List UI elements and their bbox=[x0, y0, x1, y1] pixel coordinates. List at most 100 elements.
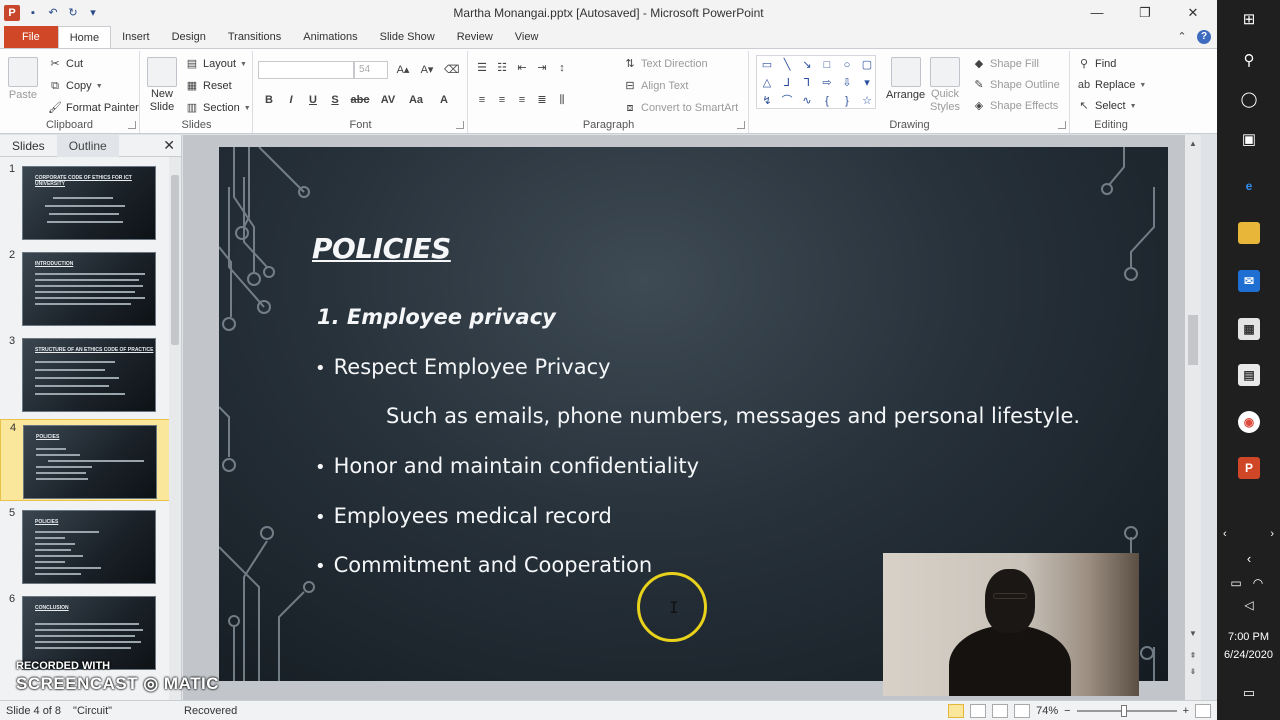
numbering-icon[interactable]: ☷ bbox=[495, 61, 509, 75]
justify-icon[interactable]: ≣ bbox=[535, 93, 549, 107]
editor-scrollbar[interactable]: ▲ ▼ ⇞ ⇟ bbox=[1185, 135, 1201, 700]
clock-date[interactable]: 6/24/2020 bbox=[1217, 649, 1280, 661]
font-color-button[interactable]: A bbox=[434, 93, 454, 107]
redo-icon[interactable]: ↻ bbox=[66, 6, 80, 20]
document-app-icon[interactable]: ▤ bbox=[1238, 364, 1260, 386]
replace-button[interactable]: ab Replace ▼ bbox=[1077, 78, 1146, 92]
tab-animations[interactable]: Animations bbox=[292, 26, 368, 48]
next-slide-icon[interactable]: ⇟ bbox=[1185, 667, 1201, 676]
slide-thumbnail-1[interactable]: 1 CORPORATE CODE OF ETHICS FOR ICT UNIVE… bbox=[0, 161, 170, 243]
paragraph-launcher-icon[interactable] bbox=[737, 121, 745, 129]
action-center-icon[interactable]: ▭ bbox=[1238, 682, 1260, 704]
text-direction-button[interactable]: ⇅ Text Direction bbox=[623, 57, 707, 71]
font-launcher-icon[interactable] bbox=[456, 121, 464, 129]
previous-slide-icon[interactable]: ⇞ bbox=[1185, 651, 1201, 660]
chevron-right-icon[interactable]: › bbox=[1270, 528, 1274, 544]
normal-view-button[interactable] bbox=[948, 704, 965, 718]
undo-icon[interactable]: ↶ bbox=[46, 6, 60, 20]
triangle-shape-icon[interactable]: △ bbox=[757, 74, 777, 92]
arrow-shape-icon[interactable]: ↘ bbox=[797, 56, 817, 74]
slide-title[interactable]: POLICIES bbox=[312, 232, 451, 265]
scrollbar-thumb[interactable] bbox=[1188, 315, 1198, 365]
line-shape-icon[interactable]: ╲ bbox=[777, 56, 797, 74]
font-size-combo[interactable]: 54 bbox=[354, 61, 388, 79]
line-spacing-icon[interactable]: ↕ bbox=[555, 61, 569, 75]
slide-sorter-button[interactable] bbox=[970, 704, 987, 718]
tab-slide-show[interactable]: Slide Show bbox=[369, 26, 446, 48]
bullet-item[interactable]: Employees medical record bbox=[315, 504, 612, 528]
align-right-icon[interactable]: ≡ bbox=[515, 93, 529, 107]
slide-subheading[interactable]: 1. Employee privacy bbox=[317, 305, 556, 329]
character-spacing-button[interactable]: AV bbox=[378, 93, 398, 107]
align-center-icon[interactable]: ≡ bbox=[495, 93, 509, 107]
copy-button[interactable]: ⧉ Copy ▼ bbox=[48, 79, 103, 93]
quick-styles-button[interactable]: Quick Styles bbox=[930, 57, 960, 113]
slide-thumbnail-2[interactable]: 2 INTRODUCTION bbox=[0, 247, 170, 329]
down-arrow-shape-icon[interactable]: ⇩ bbox=[837, 74, 857, 92]
collapse-ribbon-icon[interactable]: ⌃ bbox=[1175, 30, 1189, 44]
reading-view-button[interactable] bbox=[992, 704, 1009, 718]
volume-icon[interactable]: ◁ bbox=[1238, 594, 1260, 616]
wifi-icon[interactable]: ◠ bbox=[1249, 572, 1267, 594]
underline-button[interactable]: U bbox=[306, 93, 320, 107]
grow-font-icon[interactable]: A▴ bbox=[396, 63, 410, 77]
cut-button[interactable]: ✂ Cut bbox=[48, 57, 83, 71]
indented-text[interactable]: Such as emails, phone numbers, messages … bbox=[386, 404, 1080, 428]
star-shape-icon[interactable]: ☆ bbox=[857, 92, 877, 110]
tab-design[interactable]: Design bbox=[161, 26, 217, 48]
rounded-rect-shape-icon[interactable]: ▢ bbox=[857, 56, 877, 74]
help-icon[interactable]: ? bbox=[1197, 30, 1211, 44]
font-name-combo[interactable] bbox=[258, 61, 354, 79]
chrome-icon[interactable]: ◉ bbox=[1238, 411, 1260, 433]
close-button[interactable]: ✕ bbox=[1169, 0, 1217, 26]
bullet-item[interactable]: Honor and maintain confidentiality bbox=[315, 454, 699, 478]
powerpoint-taskbar-icon[interactable]: P bbox=[1238, 457, 1260, 479]
clear-formatting-icon[interactable]: ⌫ bbox=[444, 63, 460, 77]
reset-button[interactable]: ▦ Reset bbox=[185, 79, 232, 93]
slide-show-button[interactable] bbox=[1014, 704, 1031, 718]
strikethrough-button[interactable]: abc bbox=[350, 93, 370, 107]
task-view-icon[interactable]: ▣ bbox=[1238, 129, 1260, 151]
bullet-item[interactable]: Respect Employee Privacy bbox=[315, 355, 611, 379]
paste-button[interactable]: Paste bbox=[8, 57, 38, 101]
file-explorer-icon[interactable] bbox=[1238, 222, 1260, 244]
convert-smartart-button[interactable]: ⧈ Convert to SmartArt bbox=[623, 101, 739, 115]
tab-outline[interactable]: Outline bbox=[56, 134, 119, 157]
chevron-left-icon[interactable]: ‹ bbox=[1223, 528, 1227, 544]
find-button[interactable]: ⚲ Find bbox=[1077, 57, 1116, 71]
textbox-shape-icon[interactable]: ▭ bbox=[757, 56, 777, 74]
search-icon[interactable]: ⚲ bbox=[1238, 50, 1260, 72]
brace-left-shape-icon[interactable]: { bbox=[817, 92, 837, 110]
curve-shape-icon[interactable]: ↯ bbox=[757, 92, 777, 110]
more-shapes-icon[interactable]: ▾ bbox=[857, 74, 877, 92]
connector-shape-icon[interactable]: ⅂ bbox=[797, 74, 817, 92]
oval-shape-icon[interactable]: ○ bbox=[837, 56, 857, 74]
customize-qat-icon[interactable]: ▾ bbox=[86, 6, 100, 20]
bullets-icon[interactable]: ☰ bbox=[475, 61, 489, 75]
align-text-button[interactable]: ⊟ Align Text bbox=[623, 79, 688, 93]
right-arrow-shape-icon[interactable]: ⇨ bbox=[817, 74, 837, 92]
tab-insert[interactable]: Insert bbox=[111, 26, 161, 48]
brace-right-shape-icon[interactable]: } bbox=[837, 92, 857, 110]
windows-start-icon[interactable]: ⊞ bbox=[1238, 9, 1260, 31]
slide-pane-scrollbar[interactable] bbox=[169, 157, 181, 700]
arrange-button[interactable]: Arrange bbox=[886, 57, 925, 101]
shape-effects-button[interactable]: ◈ Shape Effects bbox=[972, 99, 1059, 113]
shape-outline-button[interactable]: ✎ Shape Outline bbox=[972, 78, 1059, 92]
shadow-button[interactable]: S bbox=[328, 93, 342, 107]
tab-file[interactable]: File bbox=[4, 26, 58, 48]
shape-fill-button[interactable]: ◆ Shape Fill bbox=[972, 57, 1039, 71]
section-button[interactable]: ▥ Section ▼ bbox=[185, 101, 251, 115]
cortana-icon[interactable]: ◯ bbox=[1238, 89, 1260, 111]
format-painter-button[interactable]: 🖌 Format Painter bbox=[48, 101, 139, 115]
mail-icon[interactable]: ✉ bbox=[1238, 270, 1260, 292]
bold-button[interactable]: B bbox=[262, 93, 276, 107]
select-button[interactable]: ↖ Select ▼ bbox=[1077, 99, 1136, 113]
zoom-slider[interactable] bbox=[1076, 705, 1177, 717]
slide-thumbnail-5[interactable]: 5 POLICIES bbox=[0, 505, 170, 587]
tab-review[interactable]: Review bbox=[446, 26, 504, 48]
tab-home[interactable]: Home bbox=[57, 26, 112, 48]
tab-slides[interactable]: Slides bbox=[0, 135, 57, 157]
clipboard-launcher-icon[interactable] bbox=[128, 121, 136, 129]
zoom-level[interactable]: 74% bbox=[1036, 705, 1058, 717]
